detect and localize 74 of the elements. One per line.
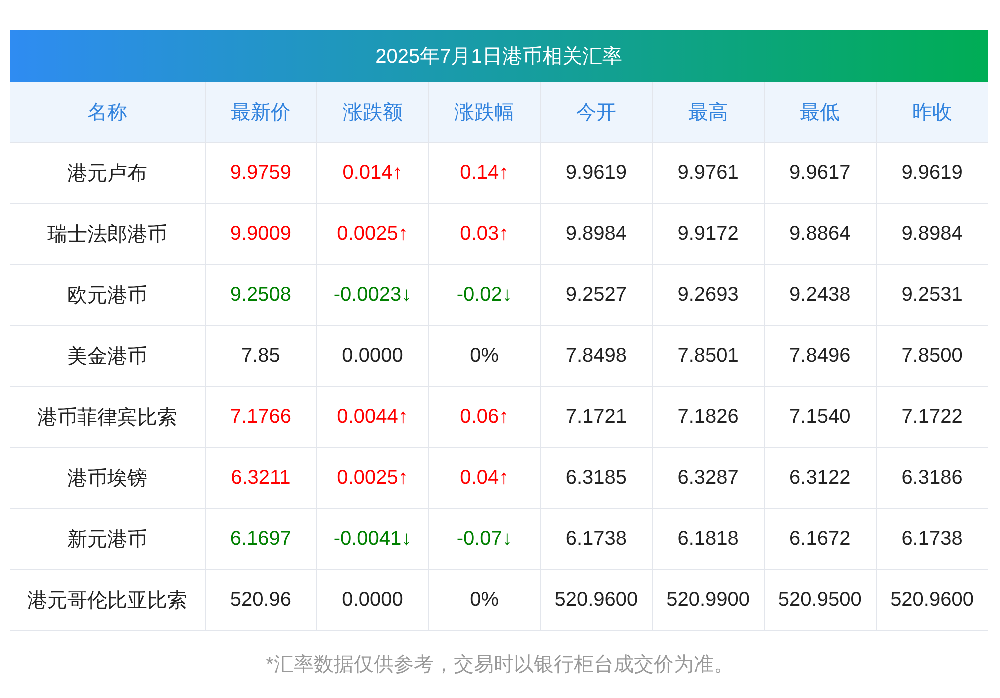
table-cell: 0.0025↑: [316, 204, 429, 264]
table-cell: 6.1672: [764, 508, 876, 570]
column-header: 名称: [10, 82, 205, 142]
table-cell: 0.0044↑: [316, 386, 429, 448]
table-cell: 7.8496: [764, 326, 876, 386]
table-cell: -0.0023↓: [316, 264, 429, 326]
table-cell: 7.1722: [876, 386, 988, 448]
table-cell: 0.0025↑: [316, 448, 429, 508]
table-cell: 520.9500: [764, 570, 876, 630]
column-header: 涨跌幅: [428, 82, 541, 142]
currency-pair-cell: 港元哥伦比亚比索: [10, 570, 205, 630]
table-cell: 0.04↑: [428, 448, 541, 508]
table-cell: 9.8864: [764, 204, 876, 264]
currency-pair-cell: 港币埃镑: [10, 448, 205, 508]
table-cell: 9.2438: [764, 264, 876, 326]
table-cell: 0.0000: [316, 326, 429, 386]
currency-pair-cell: 港币菲律宾比索: [10, 386, 205, 448]
table-cell: 520.9600: [540, 570, 652, 630]
table-cell: 6.1738: [540, 508, 652, 570]
table-cell: 6.3185: [540, 448, 652, 508]
table-cell: 0.0000: [316, 570, 429, 630]
table-cell: 520.9900: [652, 570, 764, 630]
table-cell: 7.85: [205, 326, 317, 386]
table-cell: 6.3287: [652, 448, 764, 508]
table-cell: -0.0041↓: [316, 508, 429, 570]
table-cell: 7.1721: [540, 386, 652, 448]
table-cell: 6.3211: [205, 448, 317, 508]
table-cell: 9.2527: [540, 264, 652, 326]
table-cell: 7.8501: [652, 326, 764, 386]
table-cell: 9.9619: [540, 142, 652, 204]
table-cell: 0.06↑: [428, 386, 541, 448]
table-cell: 9.9761: [652, 142, 764, 204]
table-cell: 7.1766: [205, 386, 317, 448]
table-cell: 6.3122: [764, 448, 876, 508]
table-cell: 0%: [428, 570, 541, 630]
table-cell: 7.1826: [652, 386, 764, 448]
table-cell: 520.96: [205, 570, 317, 630]
table-cell: 7.8498: [540, 326, 652, 386]
table-cell: 9.9172: [652, 204, 764, 264]
table-cell: 6.3186: [876, 448, 988, 508]
table-cell: 7.8500: [876, 326, 988, 386]
table-cell: 9.8984: [540, 204, 652, 264]
table-cell: 9.9617: [764, 142, 876, 204]
column-header: 今开: [540, 82, 652, 142]
table-cell: 9.9619: [876, 142, 988, 204]
currency-pair-cell: 美金港币: [10, 326, 205, 386]
currency-pair-cell: 瑞士法郎港币: [10, 204, 205, 264]
column-header: 最新价: [205, 82, 317, 142]
currency-pair-cell: 港元卢布: [10, 142, 205, 204]
table-cell: 9.9759: [205, 142, 317, 204]
disclaimer-note: *汇率数据仅供参考，交易时以银行柜台成交价为准。: [266, 654, 734, 676]
table-cell: 9.2531: [876, 264, 988, 326]
table-cell: 0.14↑: [428, 142, 541, 204]
table-cell: 9.8984: [876, 204, 988, 264]
table-cell: -0.02↓: [428, 264, 541, 326]
table-cell: 9.2693: [652, 264, 764, 326]
table-cell: -0.07↓: [428, 508, 541, 570]
table-cell: 6.1818: [652, 508, 764, 570]
column-header: 最低: [764, 82, 876, 142]
column-header: 最高: [652, 82, 764, 142]
column-header: 涨跌额: [316, 82, 429, 142]
table-title: 2025年7月1日港币相关汇率: [10, 30, 988, 82]
table-cell: 0%: [428, 326, 541, 386]
table-cell: 7.1540: [764, 386, 876, 448]
column-header: 昨收: [876, 82, 988, 142]
table-cell: 0.014↑: [316, 142, 429, 204]
table-cell: 9.2508: [205, 264, 317, 326]
currency-pair-cell: 欧元港币: [10, 264, 205, 326]
currency-pair-cell: 新元港币: [10, 508, 205, 570]
table-cell: 0.03↑: [428, 204, 541, 264]
table-cell: 520.9600: [876, 570, 988, 630]
table-cell: 9.9009: [205, 204, 317, 264]
table-cell: 6.1697: [205, 508, 317, 570]
table-cell: 6.1738: [876, 508, 988, 570]
